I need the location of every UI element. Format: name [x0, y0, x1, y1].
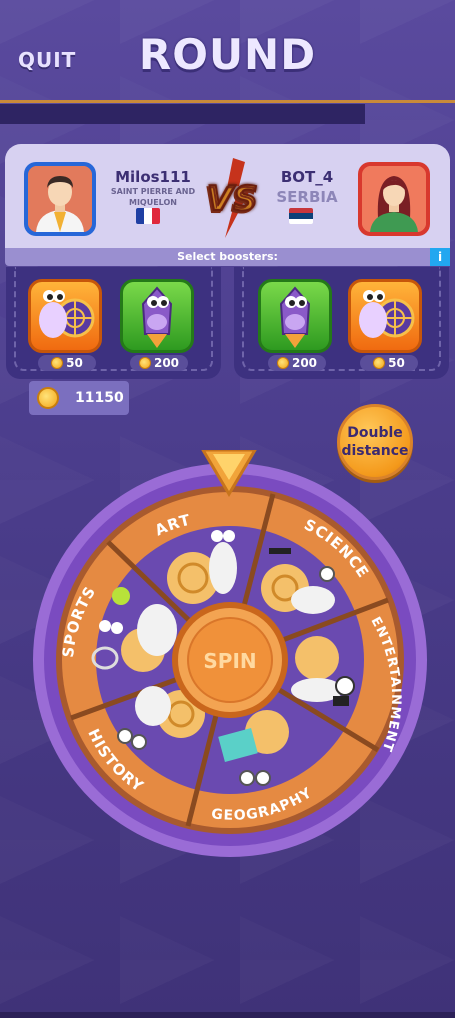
select-boosters-label: Select boosters: — [5, 248, 450, 266]
bottom-strip — [0, 1012, 455, 1018]
booster-price-left-2: 200 — [130, 355, 188, 371]
man-avatar-icon — [28, 166, 92, 232]
woman-avatar-icon — [362, 166, 426, 232]
top-bar: QUIT ROUND — [0, 0, 455, 124]
player-left-country-line1: SAINT PIERRE AND — [110, 187, 196, 196]
round-progress-bar — [0, 104, 365, 124]
serbia-flag-icon — [289, 208, 313, 224]
booster-panel-right: 200 50 — [234, 267, 449, 379]
snail-target-icon — [39, 290, 95, 338]
france-flag-icon — [136, 208, 160, 224]
snail-rocket-icon — [141, 286, 173, 348]
page-title: ROUND — [138, 30, 317, 79]
booster-target-button-left[interactable] — [28, 279, 102, 353]
coin-icon — [276, 357, 289, 369]
snail-rocket-icon — [279, 286, 311, 348]
booster-rocket-button-left[interactable] — [120, 279, 194, 353]
snail-target-icon — [359, 290, 415, 338]
booster-rocket-button-right[interactable] — [258, 279, 332, 353]
booster-panel-left: 50 200 — [6, 267, 221, 379]
category-wheel: ART SCIENCE ENTERTAINMENT GEOGRAPHY HIST… — [33, 448, 428, 860]
coin-icon — [37, 387, 59, 409]
coin-balance-value: 11150 — [75, 390, 124, 406]
booster-price-right-2: 50 — [360, 355, 418, 371]
vs-label: VS — [207, 179, 258, 219]
info-button[interactable]: i — [430, 248, 450, 266]
player-left-name: Milos111 — [115, 168, 191, 186]
booster-target-button-right[interactable] — [348, 279, 422, 353]
player-right-country: SERBIA — [276, 188, 338, 206]
player-left-country-line2: MIQUELON — [128, 198, 177, 207]
header-divider — [0, 100, 455, 103]
spin-label: SPIN — [203, 649, 256, 673]
coin-icon — [138, 357, 151, 369]
coin-icon — [373, 357, 386, 369]
spin-button[interactable]: SPIN — [172, 602, 288, 718]
coin-balance: 11150 — [29, 381, 129, 415]
coin-icon — [51, 357, 64, 369]
booster-price-right-1: 200 — [268, 355, 326, 371]
player-right-name: BOT_4 — [280, 168, 334, 186]
booster-price-left-1: 50 — [38, 355, 96, 371]
player-left-country: SAINT PIERRE AND MIQUELON — [105, 186, 201, 208]
vs-icon: VS — [205, 158, 265, 238]
player-avatar-right[interactable] — [358, 162, 430, 236]
player-avatar-left[interactable] — [24, 162, 96, 236]
players-card: Milos111 SAINT PIERRE AND MIQUELON VS BO… — [5, 144, 450, 266]
